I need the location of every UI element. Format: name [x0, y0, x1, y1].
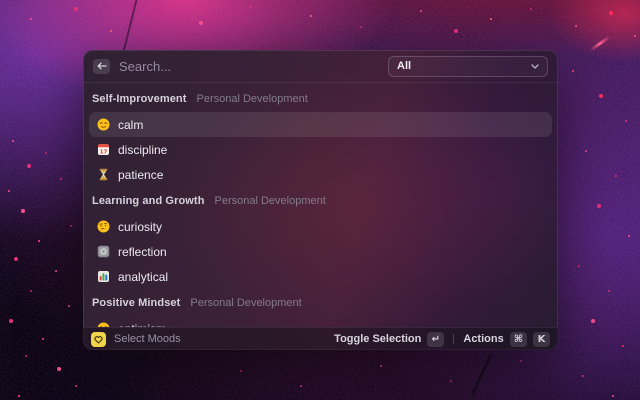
list-item-analytical[interactable]: analytical: [89, 264, 552, 289]
calendar-emoji: 17: [97, 143, 110, 156]
extension-name: Select Moods: [114, 333, 181, 345]
footer-bar: Select Moods Toggle Selection ↵ Actions …: [83, 327, 558, 350]
list-item-label: curiosity: [118, 220, 162, 234]
desktop-wallpaper: All Self-Improvement Personal Developmen…: [0, 0, 640, 400]
toggle-selection-action[interactable]: Toggle Selection: [334, 333, 421, 345]
list-item-label: patience: [118, 168, 163, 182]
section-subtitle: Personal Development: [197, 93, 308, 105]
relieved-face-emoji: [97, 118, 110, 131]
footer-actions: Toggle Selection ↵ Actions ⌘ K: [334, 332, 550, 347]
arrow-left-icon: [97, 62, 107, 70]
section-subtitle: Personal Development: [190, 297, 301, 309]
filter-dropdown-value: All: [397, 60, 411, 72]
thinking-face-emoji: [97, 220, 110, 233]
cmd-key-badge[interactable]: ⌘: [510, 332, 527, 347]
list-item-optimism[interactable]: optimism: [89, 316, 552, 327]
footer-divider: [453, 334, 454, 344]
section-header: Self-Improvement Personal Development: [92, 93, 549, 108]
section-title: Self-Improvement: [92, 93, 187, 105]
section-subtitle: Personal Development: [215, 195, 326, 207]
list-item-patience[interactable]: patience: [89, 162, 552, 187]
return-key-badge[interactable]: ↵: [427, 332, 444, 347]
list-item-label: analytical: [118, 270, 168, 284]
list-item-label: calm: [118, 118, 143, 132]
actions-menu-button[interactable]: Actions: [463, 333, 503, 345]
back-button[interactable]: [93, 59, 110, 74]
section-header: Positive Mindset Personal Development: [92, 297, 549, 312]
minidisc-emoji: [97, 245, 110, 258]
list-item-calm[interactable]: calm: [89, 112, 552, 137]
command-palette-window: All Self-Improvement Personal Developmen…: [83, 50, 558, 350]
wallpaper-streak: [589, 35, 610, 51]
wallpaper-streak: [470, 354, 492, 397]
hourglass-emoji: [97, 168, 110, 181]
section-title: Learning and Growth: [92, 195, 205, 207]
list-item-reflection[interactable]: reflection: [89, 239, 552, 264]
results-list: Self-Improvement Personal Development ca…: [83, 83, 558, 327]
heart-app-icon[interactable]: [91, 332, 106, 347]
svg-text:17: 17: [100, 149, 108, 155]
filter-dropdown[interactable]: All: [388, 56, 548, 77]
chevron-down-icon: [531, 64, 539, 69]
list-item-label: reflection: [118, 245, 167, 259]
k-key-badge[interactable]: K: [533, 332, 550, 347]
list-item-discipline[interactable]: 17 discipline: [89, 137, 552, 162]
wallpaper-sparkles: [0, 0, 2, 2]
bar-chart-emoji: [97, 270, 110, 283]
list-item-label: discipline: [118, 143, 167, 157]
section-header: Learning and Growth Personal Development: [92, 195, 549, 210]
list-item-curiosity[interactable]: curiosity: [89, 214, 552, 239]
search-input[interactable]: [119, 59, 379, 74]
section-title: Positive Mindset: [92, 297, 180, 309]
search-bar: All: [83, 50, 558, 82]
